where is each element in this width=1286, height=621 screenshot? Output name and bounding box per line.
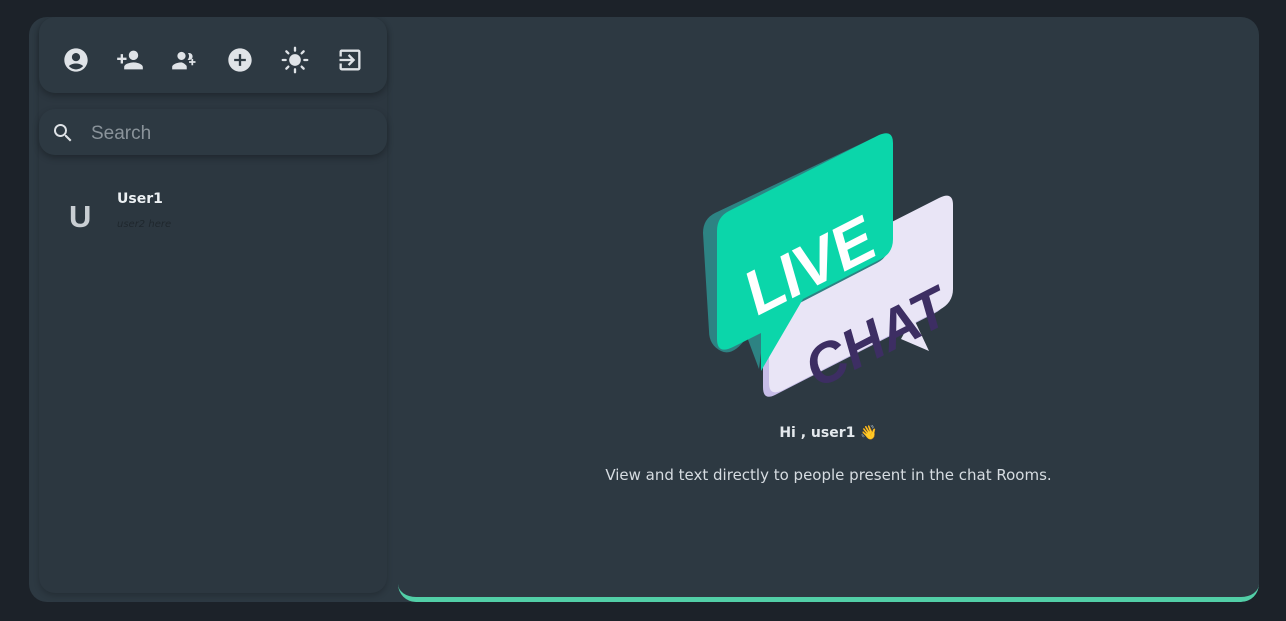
chat-name: User1 bbox=[117, 191, 163, 207]
welcome-tagline: View and text directly to people present… bbox=[605, 466, 1052, 484]
sidebar-panel bbox=[39, 17, 387, 593]
welcome-panel: LIVE CHAT Hi , user1 👋 View and text dir… bbox=[398, 17, 1259, 602]
search-icon bbox=[54, 124, 72, 142]
account-circle-icon bbox=[64, 48, 88, 72]
add-circle-icon bbox=[228, 48, 252, 72]
chat-last-message: user2 here bbox=[117, 219, 172, 230]
theme-toggle-button[interactable] bbox=[280, 45, 310, 75]
search-bar bbox=[39, 109, 387, 155]
sidebar: U User1 user2 here bbox=[29, 17, 389, 602]
new-chat-button[interactable] bbox=[225, 45, 255, 75]
profile-button[interactable] bbox=[61, 45, 91, 75]
create-group-button[interactable] bbox=[170, 45, 200, 75]
add-friend-button[interactable] bbox=[115, 45, 145, 75]
greeting-text: Hi , user1 👋 bbox=[779, 425, 878, 441]
avatar: U bbox=[69, 199, 92, 234]
live-chat-logo: LIVE CHAT bbox=[703, 133, 953, 400]
logout-button[interactable] bbox=[335, 45, 365, 75]
brightness-icon bbox=[281, 46, 309, 74]
bottom-accent-bar bbox=[398, 572, 1259, 602]
sidebar-toolbar bbox=[39, 17, 387, 93]
logout-icon bbox=[339, 49, 361, 71]
person-add-icon bbox=[117, 50, 143, 70]
chat-list-item[interactable]: U User1 user2 here bbox=[59, 189, 359, 245]
app-window: U User1 user2 here LIVE CHAT Hi , user1 … bbox=[29, 17, 1259, 602]
group-add-icon bbox=[172, 51, 196, 70]
search-input[interactable] bbox=[89, 117, 373, 151]
